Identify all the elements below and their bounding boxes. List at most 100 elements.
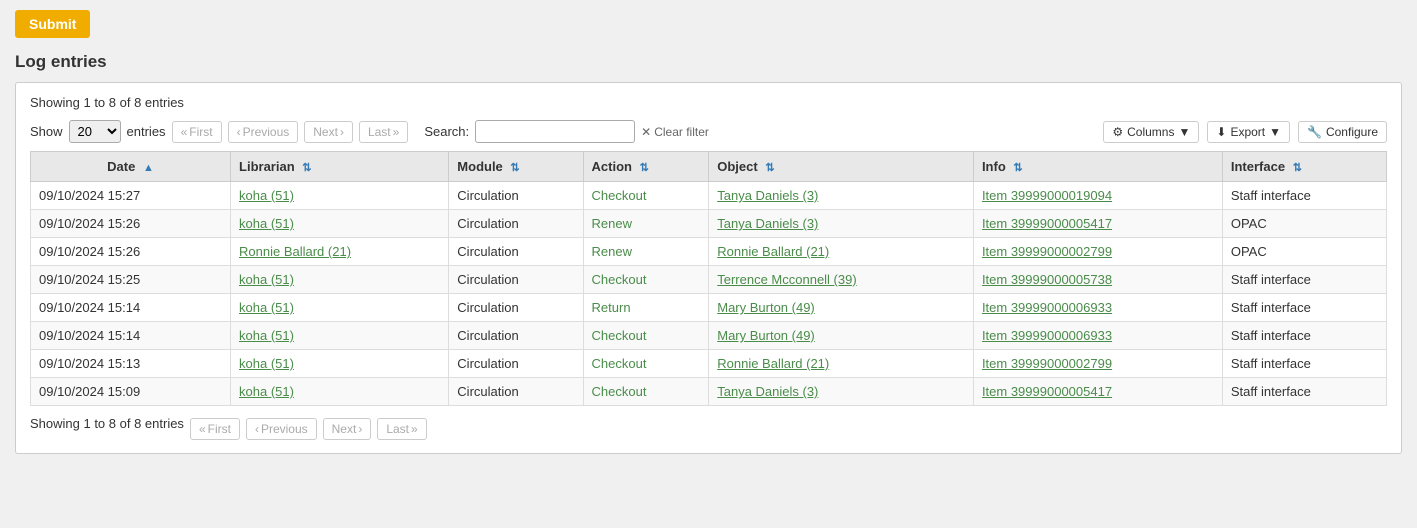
search-input[interactable] — [475, 120, 635, 143]
info-link[interactable]: Item 39999000002799 — [982, 244, 1112, 259]
configure-button[interactable]: 🔧 Configure — [1298, 121, 1387, 143]
info-link[interactable]: Item 39999000002799 — [982, 356, 1112, 371]
info-link[interactable]: Item 39999000006933 — [982, 300, 1112, 315]
cell-module: Circulation — [449, 294, 583, 322]
cell-info: Item 39999000019094 — [973, 182, 1222, 210]
info-link[interactable]: Item 39999000005417 — [982, 216, 1112, 231]
info-link[interactable]: Item 39999000005738 — [982, 272, 1112, 287]
cell-info: Item 39999000002799 — [973, 238, 1222, 266]
cell-module: Circulation — [449, 378, 583, 406]
librarian-link[interactable]: koha (51) — [239, 216, 294, 231]
object-link[interactable]: Tanya Daniels (3) — [717, 188, 818, 203]
date-sort-icon: ▲ — [143, 162, 154, 174]
info-link[interactable]: Item 39999000005417 — [982, 384, 1112, 399]
clear-filter-x-icon: ✕ — [641, 125, 651, 139]
cell-module: Circulation — [449, 266, 583, 294]
cell-module: Circulation — [449, 182, 583, 210]
object-link[interactable]: Terrence Mcconnell (39) — [717, 272, 856, 287]
first-button[interactable]: First — [172, 121, 222, 143]
info-link[interactable]: Item 39999000019094 — [982, 188, 1112, 203]
action-value: Renew — [592, 244, 632, 259]
first-button-bottom[interactable]: First — [190, 418, 240, 440]
cell-date: 09/10/2024 15:14 — [31, 322, 231, 350]
interface-column-label: Interface — [1231, 159, 1285, 174]
librarian-link[interactable]: Ronnie Ballard (21) — [239, 244, 351, 259]
module-column-label: Module — [457, 159, 503, 174]
columns-button-label: Columns — [1127, 125, 1174, 139]
configure-button-label: Configure — [1326, 125, 1378, 139]
column-header-action[interactable]: Action ⇅ — [583, 152, 709, 182]
cell-object: Mary Burton (49) — [709, 322, 974, 350]
cell-object: Mary Burton (49) — [709, 294, 974, 322]
action-sort-icon: ⇅ — [640, 161, 649, 174]
next-button-top[interactable]: Next — [304, 121, 353, 143]
cell-info: Item 39999000006933 — [973, 322, 1222, 350]
cell-info: Item 39999000005417 — [973, 210, 1222, 238]
first-button-label: First — [189, 125, 212, 139]
librarian-link[interactable]: koha (51) — [239, 328, 294, 343]
column-header-info[interactable]: Info ⇅ — [973, 152, 1222, 182]
last-button-top[interactable]: Last — [359, 121, 408, 143]
object-link[interactable]: Ronnie Ballard (21) — [717, 244, 829, 259]
cell-object: Terrence Mcconnell (39) — [709, 266, 974, 294]
action-value: Checkout — [592, 188, 647, 203]
columns-button[interactable]: ⚙ Columns ▼ — [1103, 121, 1199, 143]
action-value: Checkout — [592, 272, 647, 287]
entries-per-page-select[interactable]: 10 20 50 100 — [69, 120, 121, 143]
date-column-label: Date — [107, 159, 135, 174]
cell-action: Checkout — [583, 182, 709, 210]
previous-button-bottom[interactable]: Previous — [246, 418, 317, 440]
object-link[interactable]: Tanya Daniels (3) — [717, 216, 818, 231]
object-link[interactable]: Mary Burton (49) — [717, 300, 815, 315]
cell-librarian: koha (51) — [231, 350, 449, 378]
action-value: Checkout — [592, 384, 647, 399]
info-link[interactable]: Item 39999000006933 — [982, 328, 1112, 343]
clear-filter-button[interactable]: ✕ Clear filter — [641, 125, 709, 139]
log-table: Date ▲ Librarian ⇅ Module ⇅ Action ⇅ — [30, 151, 1387, 406]
cell-librarian: koha (51) — [231, 322, 449, 350]
object-link[interactable]: Tanya Daniels (3) — [717, 384, 818, 399]
object-link[interactable]: Ronnie Ballard (21) — [717, 356, 829, 371]
cell-interface: Staff interface — [1222, 350, 1386, 378]
last-button-bottom[interactable]: Last — [377, 418, 426, 440]
librarian-link[interactable]: koha (51) — [239, 272, 294, 287]
column-header-interface[interactable]: Interface ⇅ — [1222, 152, 1386, 182]
librarian-link[interactable]: koha (51) — [239, 300, 294, 315]
page-title: Log entries — [15, 52, 1402, 72]
librarian-link[interactable]: koha (51) — [239, 384, 294, 399]
cell-date: 09/10/2024 15:09 — [31, 378, 231, 406]
column-header-module[interactable]: Module ⇅ — [449, 152, 583, 182]
column-header-date[interactable]: Date ▲ — [31, 152, 231, 182]
last-double-chevron-icon-top — [393, 125, 400, 139]
librarian-column-label: Librarian — [239, 159, 295, 174]
wrench-icon: 🔧 — [1307, 125, 1322, 139]
cell-interface: OPAC — [1222, 238, 1386, 266]
export-button[interactable]: ⬇ Export ▼ — [1207, 121, 1290, 143]
cell-interface: Staff interface — [1222, 322, 1386, 350]
columns-dropdown-icon: ▼ — [1178, 125, 1190, 139]
download-icon: ⬇ — [1216, 125, 1226, 139]
first-double-chevron-icon — [181, 125, 188, 139]
cell-action: Renew — [583, 210, 709, 238]
column-header-object[interactable]: Object ⇅ — [709, 152, 974, 182]
info-sort-icon: ⇅ — [1013, 161, 1022, 174]
librarian-link[interactable]: koha (51) — [239, 188, 294, 203]
next-chevron-icon-bottom — [358, 422, 362, 436]
bottom-controls-row: Showing 1 to 8 of 8 entries First Previo… — [30, 416, 1387, 441]
cell-date: 09/10/2024 15:25 — [31, 266, 231, 294]
cell-info: Item 39999000006933 — [973, 294, 1222, 322]
object-link[interactable]: Mary Burton (49) — [717, 328, 815, 343]
librarian-link[interactable]: koha (51) — [239, 356, 294, 371]
previous-chevron-icon-bottom — [255, 422, 259, 436]
showing-bottom-text: Showing 1 to 8 of 8 entries — [30, 416, 184, 431]
previous-button-bottom-label: Previous — [261, 422, 308, 436]
table-row: 09/10/2024 15:09 koha (51) Circulation C… — [31, 378, 1387, 406]
table-row: 09/10/2024 15:27 koha (51) Circulation C… — [31, 182, 1387, 210]
submit-button[interactable]: Submit — [15, 10, 90, 38]
table-row: 09/10/2024 15:26 koha (51) Circulation R… — [31, 210, 1387, 238]
cell-date: 09/10/2024 15:27 — [31, 182, 231, 210]
last-double-chevron-icon-bottom — [411, 422, 418, 436]
column-header-librarian[interactable]: Librarian ⇅ — [231, 152, 449, 182]
next-button-bottom[interactable]: Next — [323, 418, 372, 440]
previous-button[interactable]: Previous — [228, 121, 299, 143]
